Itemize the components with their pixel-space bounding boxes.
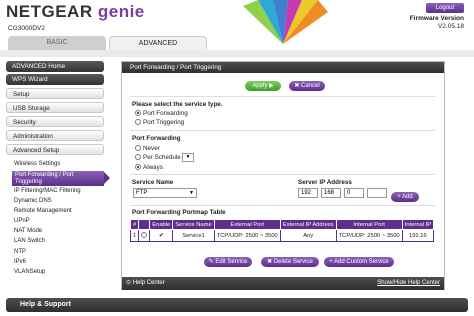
divider — [130, 174, 435, 175]
divider — [130, 130, 435, 131]
sidebar-item-security[interactable]: Security — [6, 116, 104, 127]
sidebar-subitem-upnp[interactable]: UPnP — [14, 217, 104, 225]
sidebar-item-advanced-setup[interactable]: Advanced Setup — [6, 144, 104, 155]
sidebar-subitem-label-line2: Triggering — [15, 179, 42, 185]
service-name-label: Service Name — [132, 179, 174, 186]
column-header-enable: Enable — [149, 219, 174, 230]
column-header-internal-ip: Internal IP — [401, 219, 435, 230]
show-hide-help-link[interactable]: Show/Hide Help Center — [377, 277, 440, 290]
sidebar-subitem-ipv6[interactable]: IPv6 — [14, 258, 104, 266]
radio-circle — [141, 231, 148, 238]
column-header-number: # — [129, 219, 140, 230]
port-forwarding-heading: Port Forwarding — [132, 135, 181, 142]
chevron-down-icon: ▼ — [189, 190, 194, 196]
help-support-bar[interactable]: Help & Support — [6, 298, 468, 312]
server-ip-octet-4[interactable] — [367, 188, 387, 198]
brand-name: NETGEAR — [6, 2, 93, 21]
cell-external-port: TCP/UDP: 2500 ~ 3500 — [213, 229, 281, 242]
add-button[interactable]: + Add — [391, 192, 419, 202]
service-type-heading: Please select the service type. — [132, 101, 223, 108]
help-center-bar: ⊙ Help Center Show/Hide Help Center — [122, 277, 444, 290]
service-name-select[interactable]: FTP ▼ — [133, 188, 197, 198]
firmware-version-label: Firmware Version — [409, 15, 464, 22]
server-ip-label: Server IP Address — [298, 179, 352, 186]
server-ip-octet-2[interactable]: 168 — [321, 188, 341, 198]
radio-schedule-never[interactable] — [135, 145, 141, 151]
sidebar-subitem-dynamic-dns[interactable]: Dynamic DNS — [14, 197, 104, 205]
sidebar-subitem-wireless-settings[interactable]: Wireless Settings — [14, 160, 104, 168]
sidebar-item-administration[interactable]: Administration — [6, 130, 104, 141]
netgear-genie-logo: NETGEAR genie — [6, 2, 145, 22]
radio-port-triggering[interactable] — [135, 119, 141, 125]
sidebar-subitem-lan-switch[interactable]: LAN Switch — [14, 237, 104, 245]
radio-schedule-per-schedule-label: Per Schedule — [143, 154, 181, 161]
radio-schedule-always-label: Always — [143, 164, 163, 171]
cell-external-ip: Any — [279, 229, 337, 242]
apply-button[interactable]: Apply ▶ — [245, 81, 281, 91]
column-header-select — [138, 219, 151, 230]
cell-service-name: Service1 — [172, 229, 215, 242]
tab-divider — [0, 50, 474, 57]
portmap-table: # Enable Service Name External Port Exte… — [129, 219, 435, 242]
column-header-internal-port: Internal Port — [335, 219, 403, 230]
radio-port-forwarding-label: Port Forwarding — [143, 110, 188, 117]
sidebar-subitem-vlan-setup[interactable]: VLANSetup — [14, 268, 104, 276]
server-ip-octet-1[interactable]: 192 — [298, 188, 318, 198]
sidebar-subitem-label-line1: Port Forwarding / Port — [15, 172, 74, 178]
cell-internal-ip: 192.16 — [401, 229, 435, 242]
tab-basic[interactable]: BASIC — [8, 36, 106, 50]
table-row[interactable]: 1 ✔ Service1 TCP/UDP: 2500 ~ 3500 Any TC… — [129, 229, 435, 242]
edit-service-button[interactable]: ✎ Edit Service — [204, 257, 252, 267]
radio-port-triggering-label: Port Triggering — [143, 119, 185, 126]
sidebar-item-wps-wizard[interactable]: WPS Wizard — [6, 74, 104, 85]
sidebar-item-advanced-home[interactable]: ADVANCED Home — [6, 61, 104, 72]
header-decoration-graphic — [243, 0, 328, 44]
service-name-value: FTP — [136, 190, 148, 196]
panel-title: Port Forwarding / Port Triggering — [122, 62, 444, 73]
column-header-external-port: External Port — [213, 219, 281, 230]
help-center-label[interactable]: ⊙ Help Center — [126, 277, 165, 290]
divider — [130, 205, 435, 206]
divider — [130, 96, 435, 97]
sidebar-subitem-port-forwarding[interactable]: Port Forwarding / Port Triggering — [12, 171, 110, 186]
sidebar-subitem-nat-mode[interactable]: NAT Mode — [14, 227, 104, 235]
model-number: CG3000DV2 — [8, 25, 45, 32]
radio-schedule-never-label: Never — [143, 145, 160, 152]
router-admin-page: NETGEAR genie CG3000DV2 Logout Firmware … — [0, 0, 474, 316]
add-custom-service-button[interactable]: + Add Custom Service — [324, 257, 394, 267]
table-header-row: # Enable Service Name External Port Exte… — [129, 219, 435, 230]
port-forwarding-panel: Port Forwarding / Port Triggering Apply … — [121, 61, 445, 290]
delete-service-button[interactable]: ✖ Delete Service — [261, 257, 319, 267]
cell-enable-checkbox[interactable]: ✔ — [149, 229, 174, 242]
radio-port-forwarding[interactable] — [135, 110, 141, 116]
schedule-dropdown[interactable]: ▼ — [182, 153, 194, 162]
radio-schedule-per-schedule[interactable] — [135, 154, 141, 160]
brand-product: genie — [97, 2, 145, 21]
sidebar-subitem-ntp[interactable]: NTP — [14, 248, 104, 256]
logout-button[interactable]: Logout — [426, 3, 464, 13]
cancel-button[interactable]: ✖ Cancel — [289, 81, 325, 91]
cell-internal-port: TCP/UDP: 2500 ~ 3500 — [335, 229, 403, 242]
server-ip-octet-3[interactable]: 0 — [344, 188, 364, 198]
sidebar-subitem-ip-filtering[interactable]: IP Filtering/MAC Filtering — [14, 187, 104, 195]
tab-advanced[interactable]: ADVANCED — [109, 36, 207, 50]
sidebar-subitem-remote-management[interactable]: Remote Management — [14, 207, 104, 215]
column-header-external-ip: External IP Address — [279, 219, 337, 230]
portmap-table-title: Port Forwarding Portmap Table — [132, 209, 226, 216]
row-select-radio[interactable] — [138, 229, 151, 242]
radio-schedule-always[interactable] — [135, 164, 141, 170]
firmware-version-value: V2.05.18 — [437, 23, 464, 30]
sidebar-item-setup[interactable]: Setup — [6, 88, 104, 99]
cell-number: 1 — [129, 229, 140, 242]
sidebar-item-usb-storage[interactable]: USB Storage — [6, 102, 104, 113]
column-header-service-name: Service Name — [172, 219, 215, 230]
